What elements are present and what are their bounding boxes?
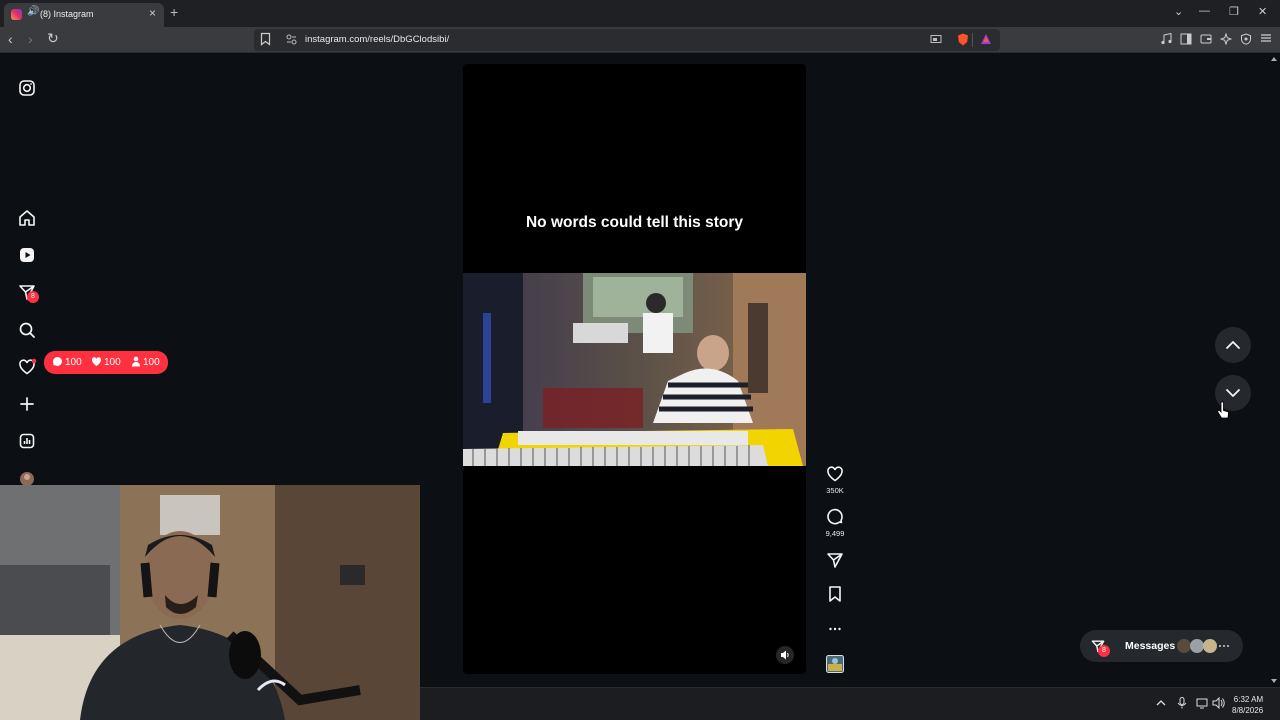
leo-ai-icon[interactable] — [1220, 33, 1232, 45]
microphone-icon[interactable] — [1177, 697, 1187, 709]
messages-label: Messages — [1125, 640, 1176, 652]
instagram-logo-icon[interactable] — [17, 78, 37, 98]
system-clock[interactable]: 6:32 AM 8/8/2026 — [1232, 694, 1263, 716]
site-settings-icon[interactable] — [286, 34, 297, 45]
notifications-heart-icon[interactable] — [17, 357, 37, 377]
page-scrollbar[interactable] — [1268, 53, 1280, 687]
clock-time: 6:32 AM — [1233, 695, 1264, 704]
reel-player[interactable]: No words could tell this story — [463, 64, 806, 674]
reel-video-frame[interactable] — [463, 273, 806, 466]
previous-reel-button[interactable] — [1215, 327, 1251, 363]
instagram-favicon-icon — [11, 9, 22, 20]
browser-tab-bar: 🔊 (8) Instagram × + ⌄ — ❐ ✕ — [0, 0, 1280, 27]
browser-toolbar: ‹ › ↻ instagram.com/reels/DbGClodsibi/ — [0, 27, 1280, 53]
vpn-shield-icon[interactable] — [1240, 33, 1252, 45]
messages-badge: 8 — [27, 291, 39, 303]
audio-thumbnail[interactable] — [825, 655, 845, 673]
likes-count-label[interactable]: 350K — [815, 486, 855, 495]
conversation-avatars — [1176, 638, 1238, 654]
address-bar[interactable]: instagram.com/reels/DbGClodsibi/ — [254, 29, 1000, 51]
follow-notif-icon — [131, 356, 141, 367]
url-text: instagram.com/reels/DbGClodsibi/ — [305, 34, 450, 45]
reels-icon[interactable] — [17, 245, 37, 265]
minimize-button[interactable]: — — [1199, 5, 1210, 17]
tab-title: (8) Instagram — [40, 9, 94, 19]
brave-shields-icon[interactable] — [957, 33, 969, 46]
speaker-icon[interactable]: 🔊 — [27, 6, 39, 17]
wallet-icon[interactable] — [1200, 33, 1212, 45]
browser-tab[interactable]: 🔊 (8) Instagram × — [4, 3, 164, 27]
home-icon[interactable] — [17, 208, 37, 228]
instagram-sidebar: 8 — [0, 53, 54, 486]
divider — [972, 33, 973, 47]
share-icon[interactable] — [825, 550, 845, 570]
reload-button[interactable]: ↻ — [47, 30, 59, 47]
tray-chevron-icon[interactable] — [1156, 698, 1166, 708]
dashboard-icon[interactable] — [17, 431, 37, 451]
comment-notif-icon — [52, 356, 63, 367]
search-icon[interactable] — [17, 320, 37, 340]
media-music-icon[interactable] — [1160, 33, 1172, 45]
mute-toggle-button[interactable] — [776, 646, 794, 664]
cast-icon[interactable] — [930, 34, 942, 45]
back-button[interactable]: ‹ — [8, 31, 13, 47]
comment-bubble-icon[interactable] — [825, 507, 845, 527]
messages-widget-badge: 8 — [1098, 645, 1110, 657]
webcam-overlay — [0, 485, 420, 720]
messages-widget[interactable]: 8 Messages — [1080, 630, 1243, 662]
likes-count: 100 — [104, 357, 121, 368]
tab-list-chevron-icon[interactable]: ⌄ — [1174, 5, 1183, 18]
bookmark-icon[interactable] — [260, 32, 271, 46]
volume-icon[interactable] — [1212, 697, 1225, 709]
network-icon[interactable] — [1196, 697, 1208, 709]
like-notif-icon — [91, 356, 102, 367]
more-options-icon[interactable] — [825, 619, 845, 639]
os-taskbar: 6:32 AM 8/8/2026 — [420, 687, 1280, 720]
save-bookmark-icon[interactable] — [825, 584, 845, 604]
restore-button[interactable]: ❐ — [1229, 5, 1239, 18]
mouse-cursor-icon — [1217, 401, 1229, 419]
sidebar-icon[interactable] — [1180, 33, 1192, 45]
create-icon[interactable] — [17, 394, 37, 414]
reel-caption: No words could tell this story — [525, 214, 744, 231]
menu-icon[interactable] — [1260, 32, 1272, 44]
like-heart-icon[interactable] — [825, 464, 845, 484]
notification-summary-pill[interactable]: 100 100 100 — [44, 351, 168, 374]
comments-count-label[interactable]: 9,499 — [815, 529, 855, 538]
forward-button[interactable]: › — [28, 31, 33, 47]
comments-count: 100 — [65, 357, 82, 368]
clock-date: 8/8/2026 — [1232, 706, 1264, 715]
window-close-button[interactable]: ✕ — [1258, 5, 1267, 18]
tab-close-icon[interactable]: × — [149, 6, 156, 20]
brave-rewards-icon[interactable] — [980, 33, 992, 45]
new-tab-button[interactable]: + — [170, 4, 178, 20]
follows-count: 100 — [143, 357, 160, 368]
